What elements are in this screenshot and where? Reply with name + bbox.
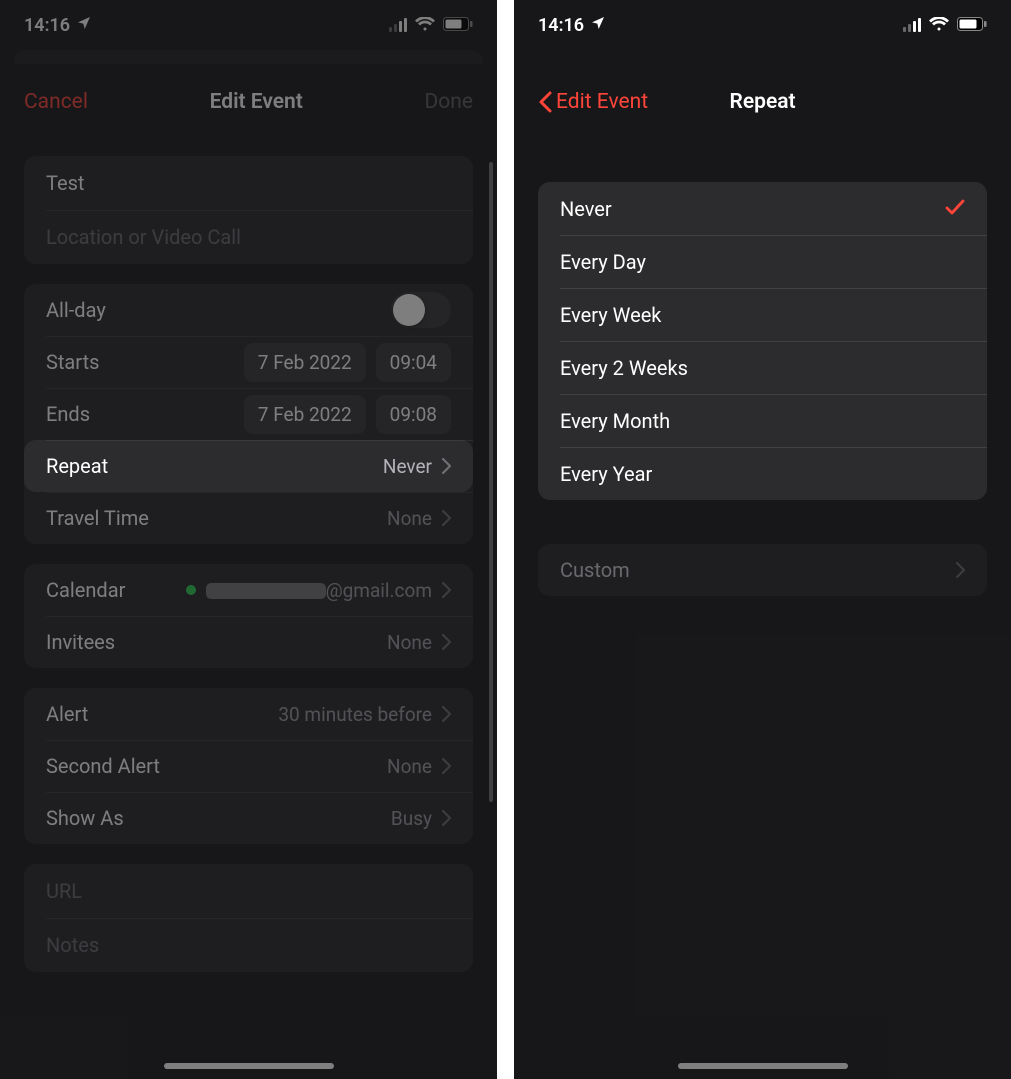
checkmark-icon	[945, 198, 965, 220]
done-button[interactable]: Done	[425, 90, 474, 114]
home-indicator[interactable]	[678, 1063, 848, 1069]
chevron-left-icon	[538, 91, 552, 113]
option-every-month[interactable]: Every Month	[538, 394, 987, 447]
show-as-row[interactable]: Show As Busy	[24, 792, 473, 844]
battery-icon	[957, 15, 987, 36]
custom-group: Custom	[538, 544, 987, 596]
chevron-right-icon	[442, 510, 451, 526]
starts-date-pill[interactable]: 7 Feb 2022	[244, 343, 366, 382]
chevron-right-icon	[442, 810, 451, 826]
option-every-week[interactable]: Every Week	[538, 288, 987, 341]
second-alert-row[interactable]: Second Alert None	[24, 740, 473, 792]
all-day-toggle[interactable]	[391, 292, 451, 328]
status-time: 14:16	[538, 15, 584, 36]
option-every-year[interactable]: Every Year	[538, 447, 987, 500]
page-title: Edit Event	[210, 90, 303, 114]
home-indicator[interactable]	[164, 1063, 334, 1069]
phone-repeat-options: 14:16 Edit Event Repeat	[514, 0, 1011, 1079]
url-field[interactable]: URL	[24, 864, 473, 918]
status-bar: 14:16	[514, 0, 1011, 50]
repeat-sheet: Edit Event Repeat Never Every Day Every …	[514, 62, 1011, 1079]
starts-row[interactable]: Starts 7 Feb 2022 09:04	[24, 336, 473, 388]
battery-icon	[443, 15, 473, 36]
invitees-row[interactable]: Invitees None	[24, 616, 473, 668]
status-time: 14:16	[24, 15, 70, 36]
title-location-group: Test Location or Video Call	[24, 156, 473, 264]
time-group: All-day Starts 7 Feb 2022 09:04 Ends 7 F…	[24, 284, 473, 544]
option-never[interactable]: Never	[538, 182, 987, 235]
ends-date-pill[interactable]: 7 Feb 2022	[244, 395, 366, 434]
repeat-row[interactable]: Repeat Never	[24, 440, 473, 492]
redacted-email-prefix	[206, 583, 326, 599]
custom-row[interactable]: Custom	[538, 544, 987, 596]
back-button[interactable]: Edit Event	[538, 90, 648, 114]
chevron-right-icon	[442, 458, 451, 474]
chevron-right-icon	[956, 562, 965, 578]
repeat-scroll[interactable]: Never Every Day Every Week Every 2 Weeks…	[514, 142, 1011, 1079]
cancel-button[interactable]: Cancel	[24, 90, 88, 114]
cellular-signal-icon	[903, 18, 921, 32]
url-notes-group: URL Notes	[24, 864, 473, 972]
wifi-icon	[929, 15, 949, 36]
wifi-icon	[415, 15, 435, 36]
chevron-right-icon	[442, 634, 451, 650]
starts-time-pill[interactable]: 09:04	[376, 343, 451, 382]
page-title: Repeat	[730, 90, 796, 114]
event-title-field[interactable]: Test	[24, 156, 473, 210]
option-every-2-weeks[interactable]: Every 2 Weeks	[538, 341, 987, 394]
location-services-icon	[76, 15, 92, 36]
travel-time-row[interactable]: Travel Time None	[24, 492, 473, 544]
repeat-options-group: Never Every Day Every Week Every 2 Weeks…	[538, 182, 987, 500]
notes-field[interactable]: Notes	[24, 918, 473, 972]
ends-row[interactable]: Ends 7 Feb 2022 09:08	[24, 388, 473, 440]
ends-time-pill[interactable]: 09:08	[376, 395, 451, 434]
scrollbar-indicator	[489, 162, 493, 802]
chevron-right-icon	[442, 582, 451, 598]
alert-row[interactable]: Alert 30 minutes before	[24, 688, 473, 740]
status-bar: 14:16	[0, 0, 497, 50]
calendar-row[interactable]: Calendar @gmail.com	[24, 564, 473, 616]
all-day-row[interactable]: All-day	[24, 284, 473, 336]
edit-event-sheet: Cancel Edit Event Done Test Location or …	[0, 62, 497, 1079]
calendar-group: Calendar @gmail.com Invitees None	[24, 564, 473, 668]
navbar: Edit Event Repeat	[514, 62, 1011, 142]
cellular-signal-icon	[389, 18, 407, 32]
location-field[interactable]: Location or Video Call	[24, 210, 473, 264]
chevron-right-icon	[442, 706, 451, 722]
location-services-icon	[590, 15, 606, 36]
form-scroll[interactable]: Test Location or Video Call All-day Star…	[0, 142, 497, 1079]
alert-group: Alert 30 minutes before Second Alert Non…	[24, 688, 473, 844]
chevron-right-icon	[442, 758, 451, 774]
navbar: Cancel Edit Event Done	[0, 62, 497, 142]
option-every-day[interactable]: Every Day	[538, 235, 987, 288]
phone-edit-event: 14:16 Cancel Edit Event Done	[0, 0, 497, 1079]
calendar-color-dot-icon	[186, 585, 196, 595]
